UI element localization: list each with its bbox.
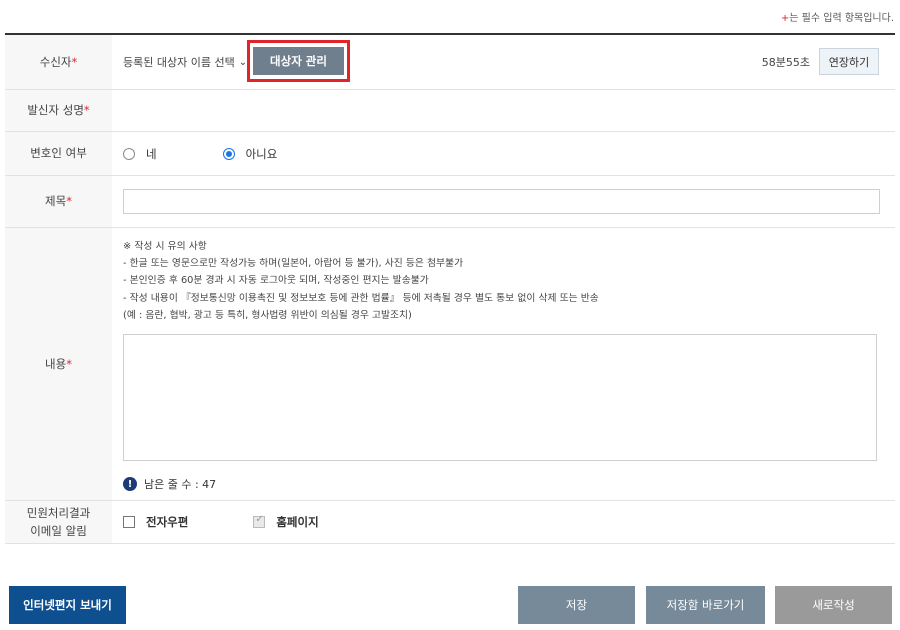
content-row: 내용* ※ 작성 시 유의 사항 - 한글 또는 영문으로만 작성가능 하며(일…	[5, 228, 895, 501]
lawyer-no-radio[interactable]: 아니요	[222, 146, 278, 162]
radio-selected-icon	[222, 147, 235, 160]
manage-recipients-button[interactable]: 대상자 관리	[253, 47, 344, 75]
notify-label: 민원처리결과 이메일 알림	[5, 501, 112, 543]
lawyer-cell: 네 아니요	[112, 132, 895, 175]
recipient-select-value: 등록된 대상자 이름 선택	[123, 56, 235, 69]
recipient-select[interactable]: 등록된 대상자 이름 선택 ⌄	[123, 49, 255, 75]
content-label: 내용*	[5, 228, 112, 500]
lawyer-row: 변호인 여부 네 아니요	[5, 132, 895, 176]
session-timer: 58분55초	[761, 56, 810, 69]
info-icon: !	[123, 477, 137, 492]
remaining-lines: ! 남은 줄 수 : 47	[123, 476, 216, 492]
sender-cell	[112, 90, 895, 131]
title-row: 제목*	[5, 176, 895, 228]
lawyer-yes-label: 네	[146, 146, 157, 161]
writing-notes: ※ 작성 시 유의 사항 - 한글 또는 영문으로만 작성가능 하며(일본어, …	[123, 238, 599, 324]
checkbox-checked-disabled-icon	[253, 514, 266, 528]
sender-label: 발신자 성명*	[5, 90, 112, 131]
notify-cell: 전자우편 홈페이지	[112, 501, 895, 543]
note-line: - 작성 내용이 『정보통신망 이용촉진 및 정보보호 등에 관한 법률』 등에…	[123, 292, 599, 304]
recipient-row: 수신자* 등록된 대상자 이름 선택 ⌄ 대상자 관리 58분55초 연장하기	[5, 35, 895, 90]
note-line: - 본인인증 후 60분 경과 시 자동 로그아웃 되며, 작성중인 편지는 발…	[123, 275, 429, 287]
required-note: +는 필수 입력 항목입니다.	[781, 9, 894, 24]
recipient-label: 수신자*	[5, 35, 112, 89]
extend-session-button[interactable]: 연장하기	[819, 48, 879, 75]
content-textarea[interactable]	[123, 334, 877, 462]
title-cell	[112, 176, 895, 227]
email-notify-checkbox[interactable]: 전자우편	[123, 514, 188, 530]
letter-form: 수신자* 등록된 대상자 이름 선택 ⌄ 대상자 관리 58분55초 연장하기 …	[5, 33, 895, 544]
note-line: ※ 작성 시 유의 사항	[123, 241, 207, 252]
homepage-notify-label: 홈페이지	[276, 515, 319, 529]
note-line: (예 : 음란, 협박, 광고 등 특히, 형사법령 위반이 의심될 경우 고발…	[123, 309, 412, 321]
content-cell: ※ 작성 시 유의 사항 - 한글 또는 영문으로만 작성가능 하며(일본어, …	[112, 228, 895, 500]
notify-row: 민원처리결과 이메일 알림 전자우편 홈페이지	[5, 501, 895, 544]
sender-row: 발신자 성명*	[5, 90, 895, 132]
radio-circle-icon	[123, 147, 135, 160]
lawyer-yes-radio[interactable]: 네	[123, 146, 157, 162]
saved-box-button[interactable]: 저장함 바로가기	[646, 586, 765, 624]
new-letter-button[interactable]: 새로작성	[775, 586, 892, 624]
title-label: 제목*	[5, 176, 112, 227]
lawyer-label: 변호인 여부	[5, 132, 112, 175]
recipient-cell: 등록된 대상자 이름 선택 ⌄ 대상자 관리 58분55초 연장하기	[112, 35, 895, 89]
remaining-lines-text: 남은 줄 수 : 47	[144, 478, 217, 492]
checkbox-icon	[123, 516, 135, 528]
homepage-notify-checkbox[interactable]: 홈페이지	[253, 514, 319, 530]
send-letter-button[interactable]: 인터넷편지 보내기	[9, 586, 126, 624]
save-button[interactable]: 저장	[518, 586, 635, 624]
chevron-down-icon: ⌄	[238, 56, 248, 68]
manage-button-highlight: 대상자 관리	[247, 40, 350, 82]
required-note-text: 는 필수 입력 항목입니다.	[789, 13, 894, 24]
email-notify-label: 전자우편	[146, 515, 189, 529]
title-input[interactable]	[123, 189, 880, 214]
lawyer-no-label: 아니요	[245, 146, 278, 161]
note-line: - 한글 또는 영문으로만 작성가능 하며(일본어, 아랍어 등 불가), 사진…	[123, 258, 464, 270]
